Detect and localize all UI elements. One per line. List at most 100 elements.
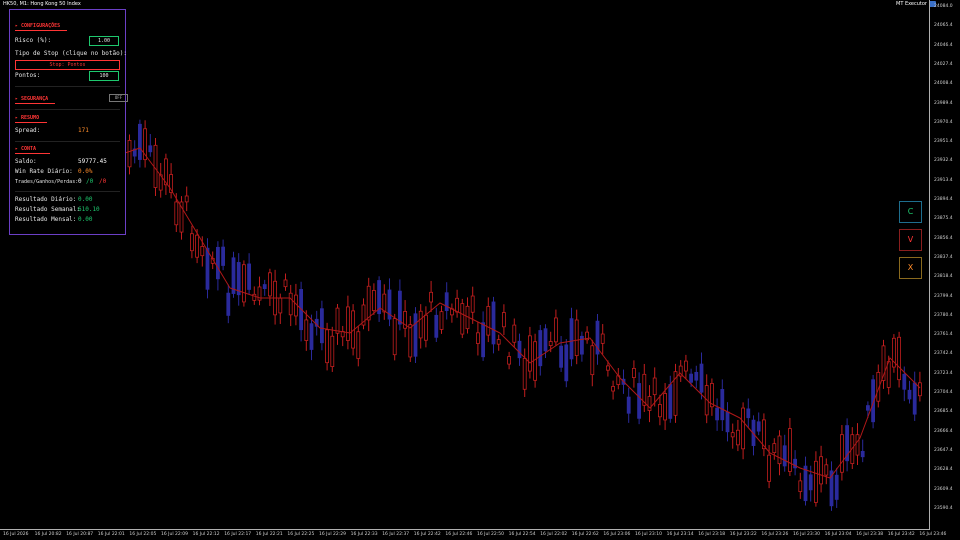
time-tick-label: 16 Jul 22:62 — [571, 532, 599, 537]
candlestick — [678, 360, 683, 382]
time-tick-label: 16 Jul 22:29 — [319, 532, 346, 537]
candlestick — [507, 351, 512, 370]
time-tick-label: 16 Jul 22:02 — [540, 532, 568, 537]
time-tick-label: 16 Jul 22:54 — [508, 532, 536, 537]
candlestick — [528, 326, 532, 379]
weekly-result-value: 610.10 — [78, 206, 100, 213]
divider — [15, 109, 120, 110]
time-tick-label: 16 Jul 22:21 — [255, 532, 283, 537]
winrate-value: 0.0% — [78, 168, 93, 175]
summary-section-title: ▸ RESUMO — [15, 115, 40, 121]
candlestick — [819, 445, 823, 493]
price-tick-label: 23628.4 — [934, 467, 953, 473]
time-tick-label: 16 Jul 20:87 — [66, 532, 94, 537]
candlestick — [148, 134, 153, 157]
price-tick-label: 23989.4 — [934, 100, 953, 106]
candlestick — [330, 326, 335, 372]
candlestick — [361, 298, 366, 330]
price-tick-label: 23875.4 — [934, 216, 953, 222]
candlestick — [221, 239, 226, 271]
price-tick-label: 23970.4 — [934, 119, 953, 125]
close-position-button[interactable]: C — [899, 201, 922, 223]
candlestick — [600, 324, 605, 355]
candlestick — [403, 300, 408, 338]
candlestick — [782, 434, 787, 472]
candlestick — [574, 309, 579, 365]
chart-symbol-title: HK50, M1: Hong Kong 50 Index — [3, 1, 81, 7]
candlestick — [304, 310, 309, 351]
candlestick — [163, 153, 168, 195]
time-tick-label: 16 Jul 22:25 — [287, 532, 315, 537]
candlestick — [881, 339, 886, 389]
losses-count-value: /0 — [99, 178, 107, 185]
risk-input[interactable]: 1.00 — [89, 36, 119, 46]
balance-label: Saldo: — [15, 158, 37, 165]
candlestick — [580, 331, 584, 362]
time-tick-label: 16 Jul 23:26 — [761, 532, 789, 537]
candlestick — [725, 402, 730, 442]
candlestick — [496, 334, 501, 351]
candlestick — [387, 278, 392, 327]
candlestick — [736, 419, 740, 452]
candlestick — [741, 402, 745, 460]
candlestick — [257, 276, 262, 306]
candlestick — [382, 284, 387, 320]
candlestick — [288, 284, 293, 327]
candlestick — [616, 367, 621, 390]
candlestick — [777, 430, 782, 476]
candlestick — [803, 456, 808, 506]
candlestick — [512, 318, 517, 348]
weekly-result-label: Resultado Semanal: — [15, 206, 81, 213]
candlestick — [501, 304, 506, 336]
candlestick — [642, 363, 647, 413]
points-label: Pontos: — [15, 72, 41, 79]
security-toggle[interactable]: OFF — [109, 94, 128, 102]
candlestick — [611, 380, 615, 400]
time-tick-label: 16 Jul 2026 — [3, 532, 29, 537]
security-section-underline — [15, 103, 55, 104]
divider — [15, 191, 120, 192]
time-tick-label: 16 Jul 23:10 — [635, 532, 662, 537]
time-tick-label: 16 Jul 22:01 — [97, 532, 125, 537]
time-tick-label: 16 Jul 22:33 — [350, 532, 378, 537]
candlestick — [569, 307, 574, 367]
time-tick-label: 16 Jul 23:42 — [887, 532, 915, 537]
candlestick — [626, 387, 631, 423]
candlestick — [517, 333, 522, 366]
time-tick-label: 16 Jul 23:06 — [603, 532, 631, 537]
candlestick — [439, 305, 444, 334]
sell-button[interactable]: V — [899, 229, 922, 251]
cancel-orders-button[interactable]: X — [899, 257, 922, 279]
time-axis: 16 Jul 2026 16 Jul 20:82 16 Jul 20:87 16 Ju… — [0, 529, 946, 540]
price-tick-label: 23723.4 — [934, 370, 953, 376]
price-tick-label: 23856.4 — [934, 235, 953, 241]
spread-value: 171 — [78, 127, 89, 134]
candlestick — [356, 326, 361, 367]
points-input[interactable]: 100 — [89, 71, 119, 81]
price-tick-label: 24084.0 — [934, 4, 953, 9]
candlestick — [855, 423, 860, 465]
candlestick — [772, 438, 777, 460]
price-chart[interactable] — [0, 0, 960, 540]
price-axis: 24084.0 24065.4 24046.4 24027.4 24008.4 23989… — [929, 0, 960, 530]
config-section-underline — [15, 30, 67, 31]
time-tick-label: 16 Jul 22:50 — [477, 532, 504, 537]
candlestick — [465, 297, 470, 334]
candlestick — [231, 251, 236, 298]
monthly-result-value: 0.00 — [78, 216, 93, 223]
candlestick — [169, 163, 174, 199]
time-tick-label: 16 Jul 22:09 — [161, 532, 188, 537]
stop-type-button[interactable]: Stop: Pontos — [15, 60, 120, 70]
candlestick — [585, 326, 589, 344]
time-tick-label: 16 Jul 23:18 — [698, 532, 726, 537]
candlestick — [658, 394, 662, 426]
candlestick — [429, 280, 434, 313]
price-tick-label: 23913.4 — [934, 177, 953, 183]
candlestick — [455, 289, 460, 318]
candlestick — [834, 467, 839, 508]
candlestick — [699, 352, 704, 400]
candlestick — [710, 378, 714, 416]
price-tick-label: 23685.4 — [934, 409, 953, 415]
candlestick — [319, 300, 324, 351]
time-tick-label: 16 Jul 22:42 — [413, 532, 441, 537]
